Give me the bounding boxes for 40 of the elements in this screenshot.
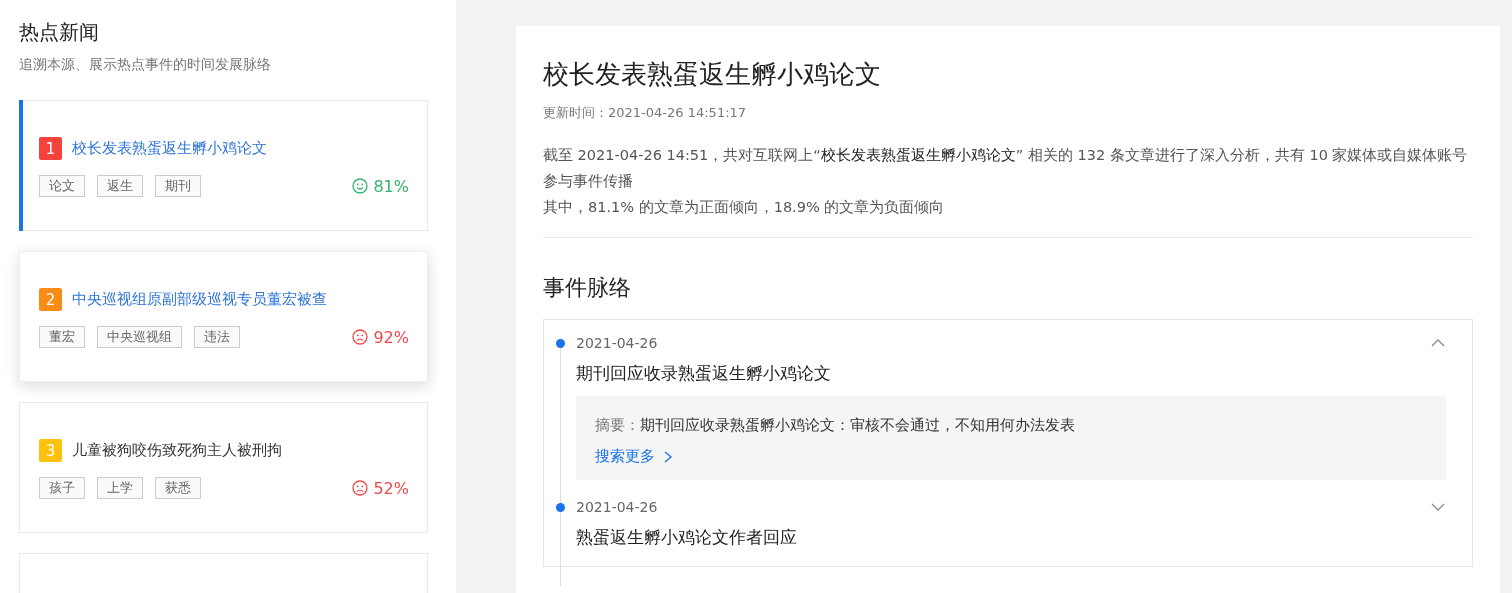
sidebar-subtitle: 追溯本源、展示热点事件的时间发展脉络 [19, 56, 272, 74]
tag: 董宏 [39, 326, 85, 348]
event-title: 熟蛋返生孵小鸡论文作者回应 [576, 526, 798, 549]
timeline-dot [556, 503, 565, 512]
rank-badge: 2 [39, 288, 62, 311]
chevron-right-icon [663, 449, 673, 464]
news-title[interactable]: 校长发表熟蛋返生孵小鸡论文 [72, 139, 267, 158]
smile-icon [352, 178, 369, 194]
sentiment-percent: 81% [373, 176, 409, 196]
tag: 违法 [194, 326, 240, 348]
abstract-text: 摘要：期刊回应收录熟蛋孵小鸡论文：审核不会通过，不知用何办法发表 [595, 416, 1076, 435]
tag: 论文 [39, 175, 85, 197]
frown-icon [352, 329, 369, 345]
tag: 返生 [97, 175, 143, 197]
tag: 中央巡视组 [97, 326, 182, 348]
tag: 获悉 [155, 477, 201, 499]
sentiment-percent: 52% [373, 478, 409, 498]
tag: 孩子 [39, 477, 85, 499]
news-title[interactable]: 中央巡视组原副部级巡视专员董宏被查 [72, 290, 327, 309]
news-card[interactable]: 2 中央巡视组原副部级巡视专员董宏被查 董宏 中央巡视组 违法 92% [19, 251, 428, 382]
timeline-dot [556, 339, 565, 348]
section-title: 事件脉络 [543, 274, 632, 302]
news-title[interactable]: 儿童被狗咬伤致死狗主人被刑拘 [72, 441, 282, 460]
sidebar-title: 热点新闻 [19, 19, 100, 46]
news-card[interactable]: 3 儿童被狗咬伤致死狗主人被刑拘 孩子 上学 获悉 52% [19, 402, 428, 533]
search-more-link[interactable]: 搜索更多 [595, 447, 673, 466]
update-time: 更新时间：2021-04-26 14:51:17 [543, 104, 748, 122]
event-title: 期刊回应收录熟蛋返生孵小鸡论文 [576, 362, 832, 385]
frown-icon [352, 480, 369, 496]
tag: 上学 [97, 477, 143, 499]
event-date: 2021-04-26 [576, 498, 658, 517]
rank-badge: 3 [39, 439, 62, 462]
sentiment-percent: 92% [373, 327, 409, 347]
summary-text: 其中，81.1% 的文章为正面倾向，18.9% 的文章为负面倾向 [543, 198, 946, 217]
summary-text: 截至 2021-04-26 14:51，共对互联网上“校长发表熟蛋返生孵小鸡论文” 相关的 132 条文章进行了深入分析，共有 10 家媒体或自媒体账号参与事件传播 [543, 146, 1469, 191]
event-date: 2021-04-26 [576, 334, 658, 353]
tag: 期刊 [155, 175, 201, 197]
rank-badge: 1 [39, 137, 62, 160]
news-card[interactable]: 1 校长发表熟蛋返生孵小鸡论文 论文 返生 期刊 81% [19, 100, 428, 231]
article-title: 校长发表熟蛋返生孵小鸡论文 [543, 58, 882, 91]
